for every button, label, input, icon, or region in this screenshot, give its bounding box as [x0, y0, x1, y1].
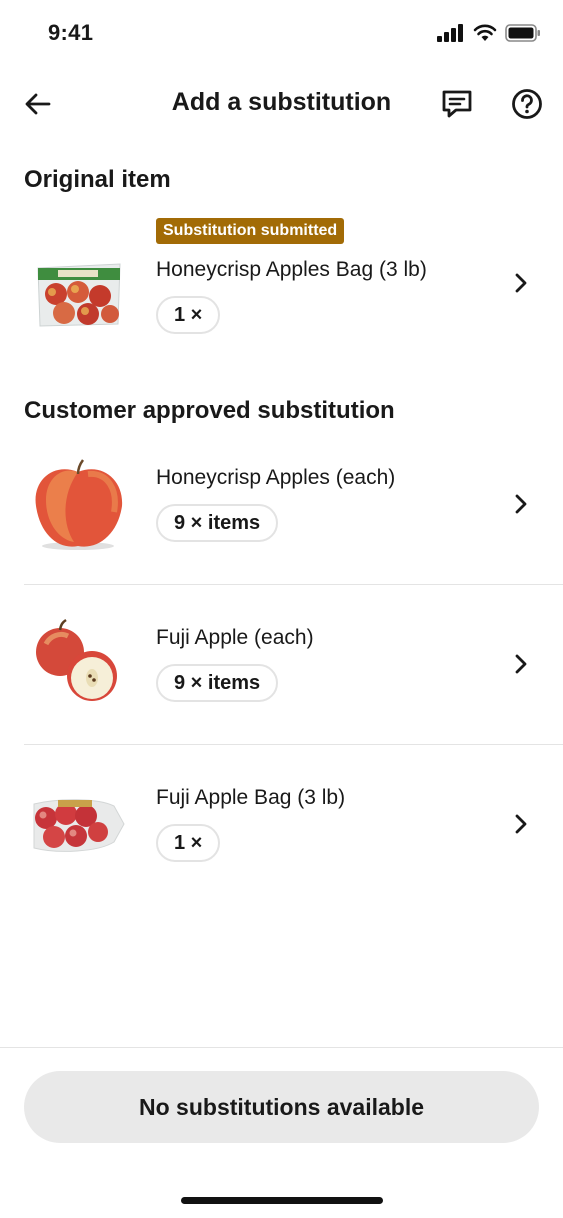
status-icons: [437, 24, 541, 42]
chevron-right-icon: [509, 812, 533, 836]
chat-icon: [442, 90, 472, 118]
no-substitutions-button[interactable]: No substitutions available: [24, 1071, 539, 1143]
product-image: [28, 234, 128, 334]
battery-icon: [505, 24, 540, 42]
nav-bar: Add a substitution: [0, 78, 563, 130]
quantity-pill: 9 × items: [156, 504, 279, 542]
substitution-item-row[interactable]: Fuji Apple (each) 9 × items: [0, 606, 563, 744]
substitution-item-row[interactable]: Fuji Apple Bag (3 lb) 1 ×: [0, 766, 563, 904]
status-badge: Substitution submitted: [156, 218, 345, 244]
item-name: Honeycrisp Apples Bag (3 lb): [156, 258, 427, 281]
product-image: [28, 774, 128, 874]
substitution-item-info: Fuji Apple Bag (3 lb) 1 ×: [156, 786, 503, 862]
wifi-icon: [473, 24, 497, 41]
divider: [24, 744, 563, 745]
original-item-row[interactable]: Substitution submitted Honeycrisp Apples…: [0, 218, 563, 350]
cellular-signal-icon: [437, 24, 463, 42]
page-title: Add a substitution: [171, 88, 392, 116]
section-heading-original: Original item: [24, 166, 171, 193]
product-image: [28, 614, 128, 714]
substitution-item-row[interactable]: Honeycrisp Apples (each) 9 × items: [0, 446, 563, 584]
chevron-right-icon: [509, 652, 533, 676]
item-name: Fuji Apple Bag (3 lb): [156, 786, 346, 809]
item-name: Honeycrisp Apples (each): [156, 466, 396, 489]
help-button[interactable]: [509, 86, 545, 122]
item-name: Fuji Apple (each): [156, 626, 314, 649]
product-image: [28, 454, 128, 554]
section-heading-substitution: Customer approved substitution: [24, 397, 395, 424]
divider: [24, 584, 563, 585]
help-icon: [512, 89, 542, 119]
substitution-item-info: Fuji Apple (each) 9 × items: [156, 626, 503, 702]
status-time: 9:41: [48, 20, 94, 45]
status-bar: 9:41: [0, 0, 563, 70]
footer-divider: [0, 1047, 563, 1048]
original-item-info: Substitution submitted Honeycrisp Apples…: [156, 218, 503, 334]
chevron-right-icon: [509, 492, 533, 516]
chat-button[interactable]: [439, 86, 475, 122]
quantity-pill: 1 ×: [156, 296, 221, 334]
chevron-right-icon: [509, 271, 533, 295]
quantity-pill: 9 × items: [156, 664, 279, 702]
quantity-pill: 1 ×: [156, 824, 221, 862]
substitution-item-info: Honeycrisp Apples (each) 9 × items: [156, 466, 503, 542]
home-indicator: [181, 1197, 383, 1204]
